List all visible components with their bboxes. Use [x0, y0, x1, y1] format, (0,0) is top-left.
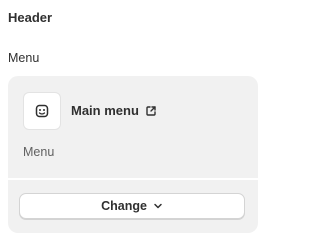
- menu-field-label: Menu: [8, 51, 40, 65]
- chevron-down-icon: [153, 201, 163, 211]
- menu-icon: [34, 103, 50, 119]
- menu-card: Main menu Menu Change: [8, 76, 258, 233]
- card-divider: [8, 178, 258, 180]
- menu-icon-box: [23, 92, 61, 130]
- section-title: Header: [8, 10, 53, 25]
- menu-subtitle: Menu: [23, 145, 55, 159]
- menu-card-top: Main menu Menu: [8, 76, 258, 178]
- external-link-icon[interactable]: [145, 105, 157, 117]
- main-menu-link[interactable]: Main menu: [71, 103, 157, 118]
- change-button[interactable]: Change: [19, 193, 245, 219]
- menu-name: Main menu: [71, 103, 139, 118]
- change-button-label: Change: [101, 199, 147, 213]
